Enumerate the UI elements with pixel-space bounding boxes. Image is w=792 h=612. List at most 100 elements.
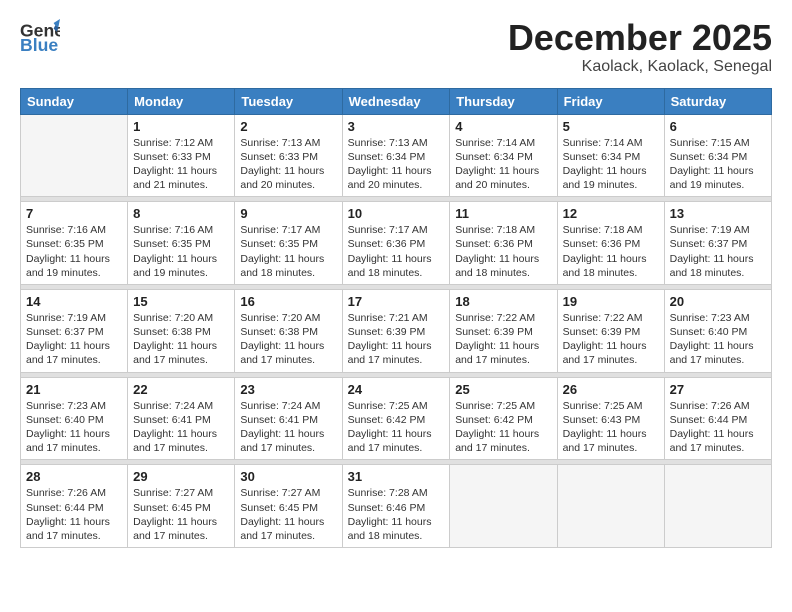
calendar-cell: 1 Sunrise: 7:12 AMSunset: 6:33 PMDaylight… (128, 114, 235, 197)
calendar-cell: 29 Sunrise: 7:27 AMSunset: 6:45 PMDayligh… (128, 465, 235, 548)
calendar-cell: 30 Sunrise: 7:27 AMSunset: 6:45 PMDayligh… (235, 465, 342, 548)
day-number: 27 (670, 382, 766, 397)
day-number: 7 (26, 206, 122, 221)
calendar-cell (21, 114, 128, 197)
logo: General Blue (20, 18, 60, 56)
day-number: 23 (240, 382, 336, 397)
day-info: Sunrise: 7:20 AMSunset: 6:38 PMDaylight:… (240, 311, 336, 368)
day-number: 8 (133, 206, 229, 221)
day-number: 20 (670, 294, 766, 309)
day-info: Sunrise: 7:16 AMSunset: 6:35 PMDaylight:… (26, 223, 122, 280)
calendar-cell (557, 465, 664, 548)
day-info: Sunrise: 7:13 AMSunset: 6:34 PMDaylight:… (348, 136, 445, 193)
day-number: 18 (455, 294, 551, 309)
day-info: Sunrise: 7:26 AMSunset: 6:44 PMDaylight:… (26, 486, 122, 543)
day-number: 21 (26, 382, 122, 397)
day-info: Sunrise: 7:26 AMSunset: 6:44 PMDaylight:… (670, 399, 766, 456)
calendar-cell: 8 Sunrise: 7:16 AMSunset: 6:35 PMDaylight… (128, 202, 235, 285)
svg-text:Blue: Blue (20, 35, 58, 55)
day-number: 16 (240, 294, 336, 309)
calendar-cell: 23 Sunrise: 7:24 AMSunset: 6:41 PMDayligh… (235, 377, 342, 460)
logo-icon: General Blue (20, 18, 60, 56)
day-number: 28 (26, 469, 122, 484)
day-number: 29 (133, 469, 229, 484)
calendar-cell: 10Sunrise: 7:17 AMSunset: 6:36 PMDayligh… (342, 202, 450, 285)
header-monday: Monday (128, 88, 235, 114)
day-number: 30 (240, 469, 336, 484)
day-number: 26 (563, 382, 659, 397)
day-info: Sunrise: 7:20 AMSunset: 6:38 PMDaylight:… (133, 311, 229, 368)
day-info: Sunrise: 7:22 AMSunset: 6:39 PMDaylight:… (455, 311, 551, 368)
day-number: 9 (240, 206, 336, 221)
calendar-cell: 5 Sunrise: 7:14 AMSunset: 6:34 PMDaylight… (557, 114, 664, 197)
calendar-cell: 28 Sunrise: 7:26 AMSunset: 6:44 PMDayligh… (21, 465, 128, 548)
calendar-cell: 18 Sunrise: 7:22 AMSunset: 6:39 PMDayligh… (450, 289, 557, 372)
calendar-cell: 6 Sunrise: 7:15 AMSunset: 6:34 PMDaylight… (664, 114, 771, 197)
header: General Blue December 2025 Kaolack, Kaol… (20, 18, 772, 76)
week-row-4: 21 Sunrise: 7:23 AMSunset: 6:40 PMDayligh… (21, 377, 772, 460)
day-info: Sunrise: 7:27 AMSunset: 6:45 PMDaylight:… (240, 486, 336, 543)
calendar-cell: 11 Sunrise: 7:18 AMSunset: 6:36 PMDayligh… (450, 202, 557, 285)
header-friday: Friday (557, 88, 664, 114)
calendar-cell: 20Sunrise: 7:23 AMSunset: 6:40 PMDayligh… (664, 289, 771, 372)
day-number: 31 (348, 469, 445, 484)
week-row-3: 14 Sunrise: 7:19 AMSunset: 6:37 PMDayligh… (21, 289, 772, 372)
day-info: Sunrise: 7:19 AMSunset: 6:37 PMDaylight:… (26, 311, 122, 368)
header-sunday: Sunday (21, 88, 128, 114)
day-number: 22 (133, 382, 229, 397)
calendar-cell: 9Sunrise: 7:17 AMSunset: 6:35 PMDaylight… (235, 202, 342, 285)
week-row-2: 7 Sunrise: 7:16 AMSunset: 6:35 PMDaylight… (21, 202, 772, 285)
calendar-cell: 19 Sunrise: 7:22 AMSunset: 6:39 PMDayligh… (557, 289, 664, 372)
calendar-cell: 12Sunrise: 7:18 AMSunset: 6:36 PMDayligh… (557, 202, 664, 285)
calendar-cell: 26Sunrise: 7:25 AMSunset: 6:43 PMDayligh… (557, 377, 664, 460)
day-number: 2 (240, 119, 336, 134)
day-number: 6 (670, 119, 766, 134)
calendar-cell: 17 Sunrise: 7:21 AMSunset: 6:39 PMDayligh… (342, 289, 450, 372)
day-number: 11 (455, 206, 551, 221)
day-info: Sunrise: 7:17 AMSunset: 6:36 PMDaylight:… (348, 223, 445, 280)
day-number: 15 (133, 294, 229, 309)
day-info: Sunrise: 7:21 AMSunset: 6:39 PMDaylight:… (348, 311, 445, 368)
day-info: Sunrise: 7:12 AMSunset: 6:33 PMDaylight:… (133, 136, 229, 193)
day-info: Sunrise: 7:22 AMSunset: 6:39 PMDaylight:… (563, 311, 659, 368)
calendar-cell: 14 Sunrise: 7:19 AMSunset: 6:37 PMDayligh… (21, 289, 128, 372)
day-number: 19 (563, 294, 659, 309)
calendar-table: Sunday Monday Tuesday Wednesday Thursday… (20, 88, 772, 548)
month-title: December 2025 (508, 18, 772, 58)
day-number: 1 (133, 119, 229, 134)
day-info: Sunrise: 7:16 AMSunset: 6:35 PMDaylight:… (133, 223, 229, 280)
day-info: Sunrise: 7:19 AMSunset: 6:37 PMDaylight:… (670, 223, 766, 280)
day-number: 3 (348, 119, 445, 134)
calendar-cell (450, 465, 557, 548)
day-number: 5 (563, 119, 659, 134)
calendar-cell: 25 Sunrise: 7:25 AMSunset: 6:42 PMDayligh… (450, 377, 557, 460)
day-info: Sunrise: 7:14 AMSunset: 6:34 PMDaylight:… (563, 136, 659, 193)
day-info: Sunrise: 7:14 AMSunset: 6:34 PMDaylight:… (455, 136, 551, 193)
calendar-cell: 3 Sunrise: 7:13 AMSunset: 6:34 PMDaylight… (342, 114, 450, 197)
calendar-cell: 2Sunrise: 7:13 AMSunset: 6:33 PMDaylight… (235, 114, 342, 197)
calendar-cell: 13Sunrise: 7:19 AMSunset: 6:37 PMDayligh… (664, 202, 771, 285)
day-info: Sunrise: 7:24 AMSunset: 6:41 PMDaylight:… (240, 399, 336, 456)
calendar-cell: 4 Sunrise: 7:14 AMSunset: 6:34 PMDaylight… (450, 114, 557, 197)
location: Kaolack, Kaolack, Senegal (508, 58, 772, 76)
header-saturday: Saturday (664, 88, 771, 114)
day-number: 17 (348, 294, 445, 309)
day-number: 14 (26, 294, 122, 309)
day-info: Sunrise: 7:15 AMSunset: 6:34 PMDaylight:… (670, 136, 766, 193)
day-info: Sunrise: 7:27 AMSunset: 6:45 PMDaylight:… (133, 486, 229, 543)
calendar-cell: 16 Sunrise: 7:20 AMSunset: 6:38 PMDayligh… (235, 289, 342, 372)
day-info: Sunrise: 7:25 AMSunset: 6:42 PMDaylight:… (455, 399, 551, 456)
header-tuesday: Tuesday (235, 88, 342, 114)
day-info: Sunrise: 7:18 AMSunset: 6:36 PMDaylight:… (455, 223, 551, 280)
day-number: 25 (455, 382, 551, 397)
week-row-5: 28 Sunrise: 7:26 AMSunset: 6:44 PMDayligh… (21, 465, 772, 548)
calendar-cell: 22 Sunrise: 7:24 AMSunset: 6:41 PMDayligh… (128, 377, 235, 460)
calendar-cell: 7 Sunrise: 7:16 AMSunset: 6:35 PMDaylight… (21, 202, 128, 285)
day-info: Sunrise: 7:23 AMSunset: 6:40 PMDaylight:… (26, 399, 122, 456)
day-number: 4 (455, 119, 551, 134)
calendar-cell: 24Sunrise: 7:25 AMSunset: 6:42 PMDayligh… (342, 377, 450, 460)
day-info: Sunrise: 7:24 AMSunset: 6:41 PMDaylight:… (133, 399, 229, 456)
header-thursday: Thursday (450, 88, 557, 114)
calendar-cell: 31Sunrise: 7:28 AMSunset: 6:46 PMDayligh… (342, 465, 450, 548)
week-row-1: 1 Sunrise: 7:12 AMSunset: 6:33 PMDaylight… (21, 114, 772, 197)
